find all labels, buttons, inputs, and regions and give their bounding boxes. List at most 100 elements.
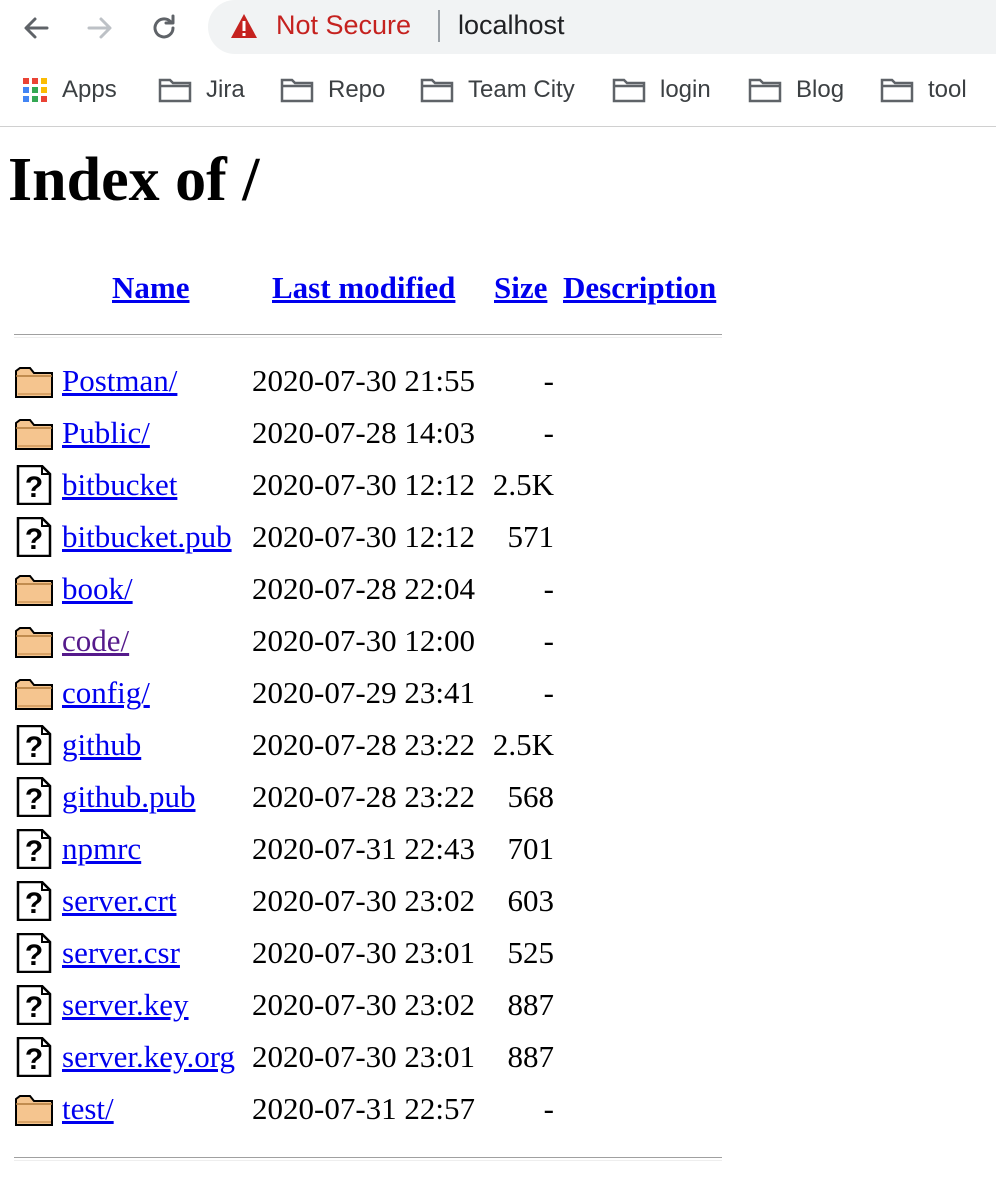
unknown-file-icon: ?	[14, 828, 54, 870]
directory-listing-page: Index of / Name Last modified Size Descr…	[0, 127, 996, 1196]
unknown-file-icon: ?	[14, 1036, 54, 1078]
security-status-label[interactable]: Not Secure	[276, 10, 411, 41]
entry-last-modified: 2020-07-30 12:00	[252, 623, 476, 658]
svg-text:?: ?	[25, 471, 43, 504]
reload-button[interactable]	[144, 8, 184, 48]
url-text[interactable]: localhost	[458, 10, 565, 41]
entry-name-link[interactable]: server.csr	[62, 935, 180, 971]
bookmark-label: Jira	[206, 76, 245, 103]
list-item: test/2020-07-31 22:57 -	[0, 1085, 720, 1137]
entry-name-link[interactable]: bitbucket.pub	[62, 519, 232, 555]
bookmark-jira[interactable]: Jira	[158, 70, 245, 110]
svg-text:?: ?	[25, 523, 43, 556]
bookmark-tool[interactable]: tool	[880, 70, 967, 110]
list-item: book/2020-07-28 22:04 -	[0, 565, 720, 617]
apps-grid-icon	[22, 77, 48, 103]
entry-name-link[interactable]: book/	[62, 571, 133, 607]
entry-size: 603	[507, 883, 555, 918]
header-divider	[14, 334, 722, 338]
address-bar[interactable]: Not Secure localhost	[208, 0, 996, 54]
bookmark-login[interactable]: login	[612, 70, 711, 110]
folder-icon	[14, 621, 54, 661]
bookmark-label: Blog	[796, 76, 845, 103]
entry-name-link[interactable]: server.key	[62, 987, 189, 1023]
reload-icon	[153, 14, 175, 39]
entry-size: -	[543, 623, 554, 658]
entry-name-link[interactable]: Postman/	[62, 363, 177, 399]
column-header-last-modified: Last modified	[272, 270, 455, 306]
entry-size: -	[543, 363, 554, 398]
entry-name-link[interactable]: Public/	[62, 415, 150, 451]
warning-triangle-icon	[231, 14, 257, 38]
bookmark-label: Apps	[62, 76, 117, 103]
entry-last-modified: 2020-07-30 23:02	[252, 883, 476, 918]
unknown-file-icon: ?	[14, 984, 54, 1026]
folder-icon	[14, 569, 54, 609]
list-item: ? github.pub 2020-07-28 23:22 568	[0, 773, 720, 825]
unknown-file-icon: ?	[14, 516, 54, 558]
list-item: Public/2020-07-28 14:03 -	[0, 409, 720, 461]
unknown-file-icon: ?	[14, 932, 54, 974]
entry-last-modified: 2020-07-31 22:57	[252, 1091, 476, 1126]
entry-last-modified: 2020-07-28 23:22	[252, 779, 476, 814]
entry-name-link[interactable]: server.crt	[62, 883, 176, 919]
bookmark-apps[interactable]: Apps	[22, 70, 117, 110]
folder-icon	[420, 77, 454, 103]
folder-icon	[14, 413, 54, 453]
sort-by-last-modified-link[interactable]: Last modified	[272, 270, 455, 305]
entry-size: -	[543, 571, 554, 606]
bookmark-label: Repo	[328, 76, 386, 103]
folder-icon	[14, 1089, 54, 1129]
bookmark-blog[interactable]: Blog	[748, 70, 844, 110]
address-separator	[438, 10, 440, 42]
column-header-name: Name	[112, 270, 189, 306]
forward-button[interactable]	[80, 8, 120, 48]
entry-last-modified: 2020-07-28 23:22	[252, 727, 476, 762]
svg-text:?: ?	[25, 783, 43, 816]
unknown-file-icon: ?	[14, 464, 54, 506]
entry-last-modified: 2020-07-30 23:02	[252, 987, 476, 1022]
entry-last-modified: 2020-07-30 21:55	[252, 363, 476, 398]
entry-name-link[interactable]: test/	[62, 1091, 114, 1127]
svg-text:?: ?	[25, 835, 43, 868]
entry-name-link[interactable]: server.key.org	[62, 1039, 235, 1075]
list-item: ? server.key.org 2020-07-30 23:01 887	[0, 1033, 720, 1085]
folder-icon	[14, 673, 54, 713]
entry-last-modified: 2020-07-30 12:12	[252, 467, 476, 502]
svg-text:?: ?	[25, 991, 43, 1024]
entry-last-modified: 2020-07-30 23:01	[252, 1039, 476, 1074]
svg-text:?: ?	[25, 939, 43, 972]
bookmarks-bar: Apps Jira Repo Team City login Blog tool	[0, 70, 996, 110]
bookmark-team-city[interactable]: Team City	[420, 70, 575, 110]
entry-name-link[interactable]: code/	[62, 623, 129, 659]
entry-name-link[interactable]: github.pub	[62, 779, 195, 815]
folder-icon	[14, 361, 54, 401]
entry-last-modified: 2020-07-28 22:04	[252, 571, 476, 606]
unknown-file-icon: ?	[14, 724, 54, 766]
svg-text:?: ?	[25, 1043, 43, 1076]
back-button[interactable]	[16, 8, 56, 48]
sort-by-name-link[interactable]: Name	[112, 270, 189, 305]
sort-by-description-link[interactable]: Description	[563, 270, 716, 305]
sort-by-size-link[interactable]: Size	[494, 270, 547, 305]
list-item: ? server.key 2020-07-30 23:02 887	[0, 981, 720, 1033]
browser-chrome: Not Secure localhost Apps Jira Repo Team…	[0, 0, 996, 127]
forward-arrow-icon	[87, 17, 112, 39]
entry-last-modified: 2020-07-31 22:43	[252, 831, 476, 866]
bookmark-repo[interactable]: Repo	[280, 70, 385, 110]
list-item: ? bitbucket 2020-07-30 12:12 2.5K	[0, 461, 720, 513]
entry-name-link[interactable]: npmrc	[62, 831, 141, 867]
folder-icon	[880, 77, 914, 103]
entry-name-link[interactable]: config/	[62, 675, 150, 711]
folder-icon	[158, 77, 192, 103]
bookmark-label: Team City	[468, 76, 575, 103]
entry-size: 2.5K	[492, 727, 554, 762]
entry-size: 571	[507, 519, 555, 554]
entry-size: -	[543, 675, 554, 710]
entry-name-link[interactable]: github	[62, 727, 141, 763]
entry-name-link[interactable]: bitbucket	[62, 467, 177, 503]
back-arrow-icon	[24, 17, 49, 39]
page-title: Index of /	[8, 146, 260, 214]
unknown-file-icon: ?	[14, 880, 54, 922]
bookmark-label: login	[660, 76, 711, 103]
